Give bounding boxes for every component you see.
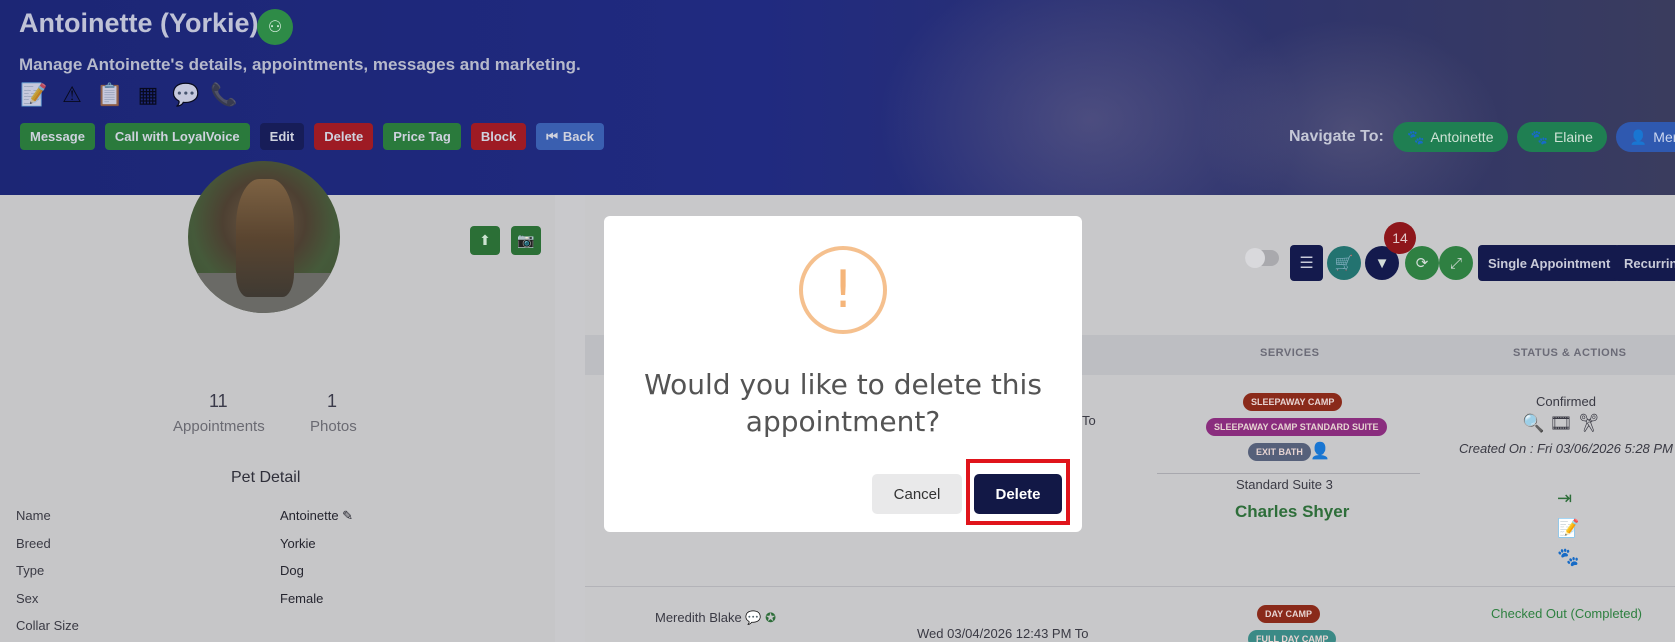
dialog-question: Would you like to delete this appointmen…: [644, 368, 1042, 438]
cancel-button[interactable]: Cancel: [872, 474, 962, 514]
warning-icon: !: [799, 246, 887, 334]
highlight-box: [966, 459, 1070, 525]
delete-confirm-dialog: ! Would you like to delete this appointm…: [604, 216, 1082, 532]
pet-avatar: [188, 161, 340, 313]
